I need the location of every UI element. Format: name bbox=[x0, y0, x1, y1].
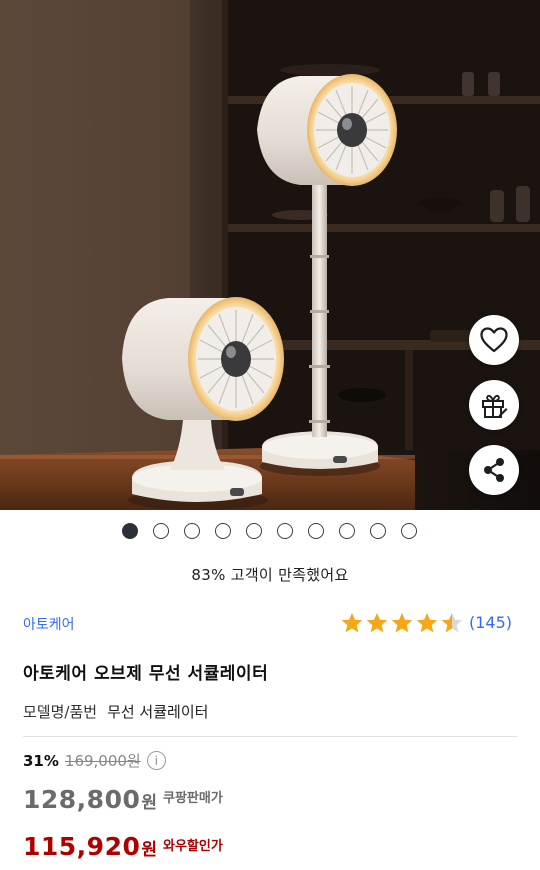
star-icon bbox=[441, 613, 463, 633]
pagination-dot[interactable] bbox=[370, 523, 386, 539]
info-icon[interactable]: i bbox=[146, 751, 166, 770]
model-value: 무선 서큘레이터 bbox=[107, 703, 209, 721]
sale-price-row: 128,800 원 쿠팡판매가 bbox=[23, 785, 223, 814]
satisfaction-text: 83% 고객이 만족했어요 bbox=[191, 566, 349, 584]
pagination-dot[interactable] bbox=[277, 523, 293, 539]
pagination-dot[interactable] bbox=[246, 523, 262, 539]
pagination-dot[interactable] bbox=[122, 523, 138, 539]
product-title: 아토케어 오브제 무선 서큘레이터 bbox=[23, 664, 269, 684]
star-icon bbox=[341, 613, 363, 633]
member-price-unit: 원 bbox=[141, 840, 158, 860]
product-image[interactable] bbox=[0, 0, 540, 510]
pagination-dot[interactable] bbox=[215, 523, 231, 539]
share-icon bbox=[484, 458, 504, 482]
star-icon bbox=[416, 613, 438, 633]
star-icon bbox=[391, 613, 413, 633]
image-pagination bbox=[0, 522, 540, 540]
member-price-row: 115,920 원 와우할인가 bbox=[23, 832, 223, 861]
model-label: 모델명/품번 bbox=[23, 703, 98, 721]
sale-price-label: 쿠팡판매가 bbox=[163, 791, 223, 806]
review-count: (145) bbox=[468, 613, 512, 632]
original-price: 169,000원 bbox=[64, 752, 141, 770]
pagination-dot[interactable] bbox=[184, 523, 200, 539]
pagination-dot[interactable] bbox=[339, 523, 355, 539]
sale-price-unit: 원 bbox=[141, 793, 158, 813]
gift-button[interactable] bbox=[469, 380, 519, 430]
pagination-dot[interactable] bbox=[308, 523, 324, 539]
member-price: 115,920 bbox=[23, 832, 141, 861]
member-price-label: 와우할인가 bbox=[163, 839, 223, 854]
star-icon bbox=[366, 613, 388, 633]
gift-icon bbox=[482, 394, 508, 418]
pagination-dot[interactable] bbox=[153, 523, 169, 539]
product-photo bbox=[0, 0, 540, 510]
discount-rate: 31% bbox=[23, 751, 59, 770]
brand-link[interactable]: 아토케어 bbox=[23, 614, 75, 634]
divider bbox=[23, 736, 517, 737]
star-rating bbox=[340, 611, 464, 634]
pagination-dot[interactable] bbox=[401, 523, 417, 539]
discount-row: 31% 169,000원 i bbox=[23, 750, 166, 771]
sale-price: 128,800 bbox=[23, 785, 141, 814]
wishlist-button[interactable] bbox=[469, 315, 519, 365]
rating-summary[interactable]: (145) bbox=[340, 611, 512, 634]
share-button[interactable] bbox=[469, 445, 519, 495]
heart-icon bbox=[480, 327, 508, 353]
model-info: 모델명/품번 무선 서큘레이터 bbox=[23, 701, 208, 722]
